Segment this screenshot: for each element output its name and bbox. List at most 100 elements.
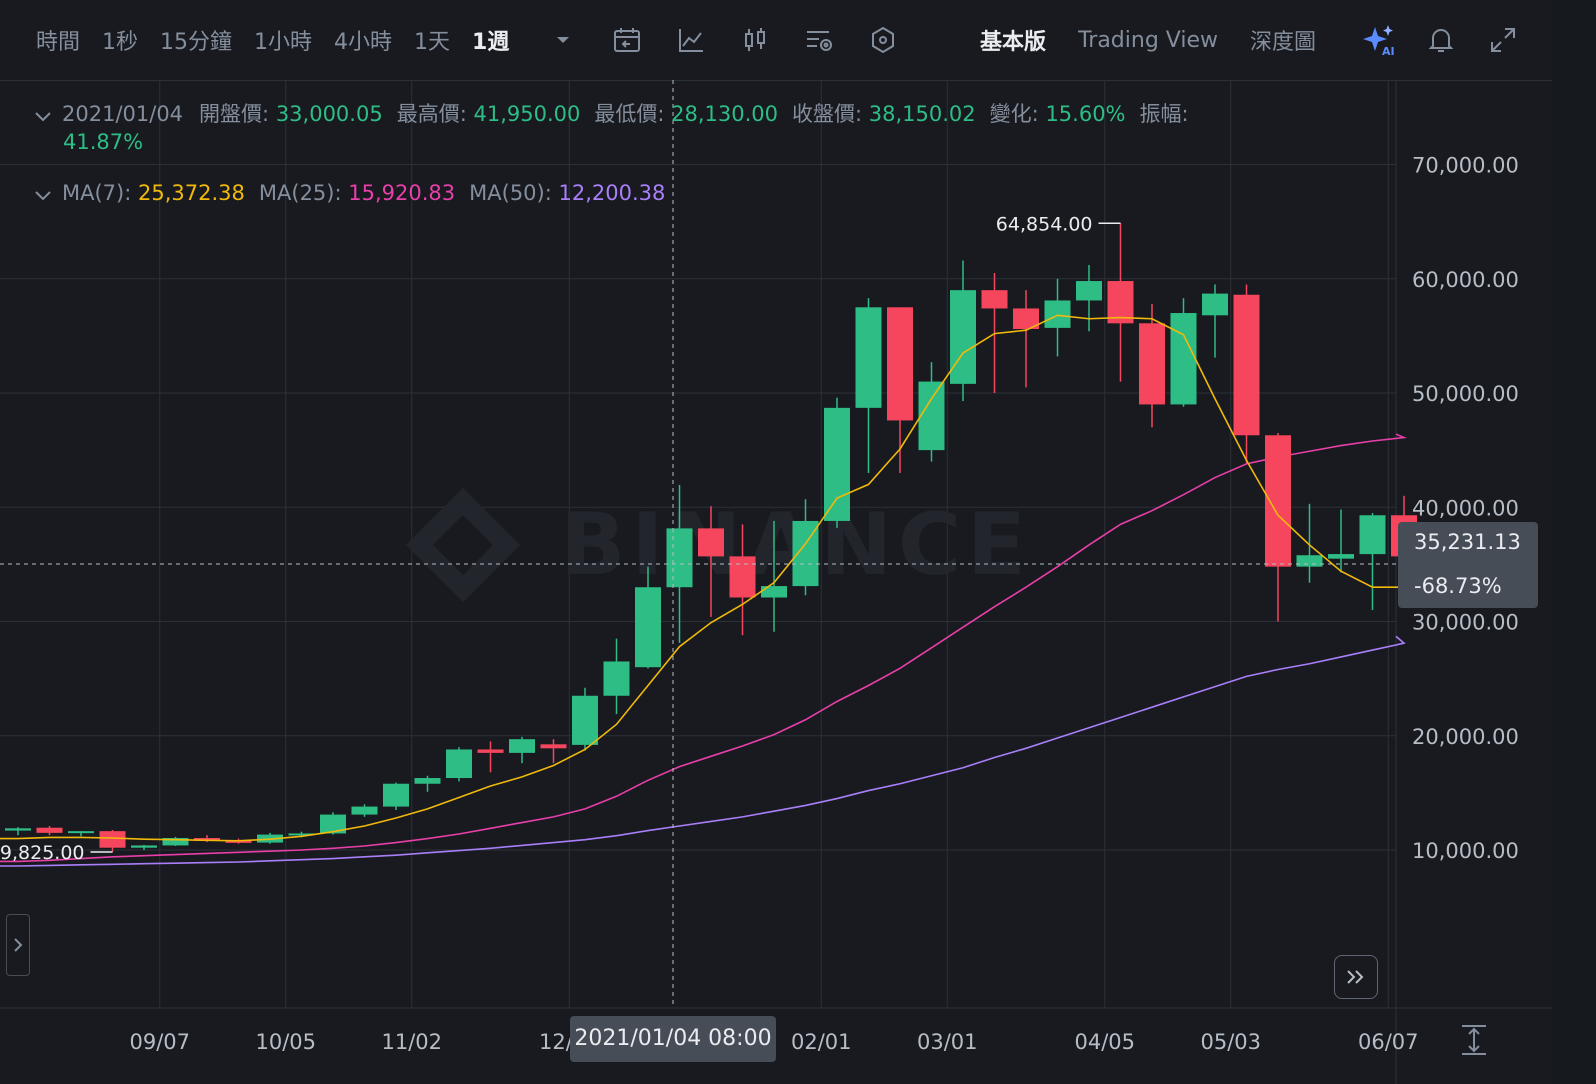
ma25-value: 15,920.83 — [348, 181, 456, 205]
candle-body — [1359, 515, 1386, 555]
change-label: 變化: — [989, 102, 1039, 126]
time-tick-label: 09/07 — [129, 1030, 190, 1054]
ma50-label: MA(50): — [469, 181, 552, 205]
candle-body — [446, 749, 472, 779]
time-tick-label: 03/01 — [917, 1030, 978, 1054]
change-value: 15.60% — [1045, 102, 1126, 126]
candles — [5, 223, 1417, 852]
time-tick-label: 10/05 — [255, 1030, 316, 1054]
time-tick-label: 04/05 — [1074, 1030, 1135, 1054]
candle-body — [855, 307, 882, 408]
amplitude-value: 41.87% — [63, 130, 144, 154]
candle-body — [477, 749, 504, 753]
candle — [1202, 284, 1228, 358]
time-tick-label: 06/07 — [1358, 1030, 1419, 1054]
candle-body — [36, 827, 63, 833]
candle — [36, 826, 63, 836]
collapse-chevron-icon[interactable] — [34, 182, 56, 206]
low-label: 最低價: — [594, 102, 665, 126]
candle — [162, 836, 189, 847]
time-tick-label: 02/01 — [791, 1030, 852, 1054]
close-label: 收盤價: — [792, 102, 863, 126]
candle-body — [824, 407, 850, 521]
high-value: 41,950.00 — [473, 102, 581, 126]
crosshair-price: 35,231.13 — [1414, 530, 1521, 554]
max-price-label: 64,854.00 — [996, 213, 1093, 235]
candle-body — [981, 290, 1008, 309]
auto-scale-icon — [1462, 1025, 1486, 1055]
high-label: 最高價: — [396, 102, 467, 126]
scroll-to-latest-button[interactable] — [1334, 955, 1378, 999]
ma7-label: MA(7): — [62, 181, 132, 205]
candle-body — [1139, 323, 1165, 405]
expand-panel-button[interactable] — [6, 914, 30, 976]
candle — [1013, 290, 1039, 388]
candle — [1107, 223, 1134, 382]
candle-body — [540, 744, 567, 749]
candle-body — [729, 556, 756, 598]
candle-body — [1233, 294, 1260, 436]
candle — [540, 739, 567, 764]
candle — [446, 747, 472, 782]
window-edge — [1552, 0, 1596, 1084]
candle — [68, 831, 94, 837]
ma7-value: 25,372.38 — [138, 181, 245, 205]
candle — [131, 844, 157, 850]
candle-body — [68, 831, 94, 834]
candle-body — [351, 806, 378, 815]
open-label: 開盤價: — [199, 102, 270, 126]
candle — [383, 782, 409, 811]
low-value: 28,130.00 — [671, 102, 779, 126]
ma-legend: MA(7): 25,372.38 MA(25): 15,920.83 MA(50):… — [34, 181, 665, 206]
price-tick-label: 60,000.00 — [1412, 268, 1519, 292]
price-tick-label: 30,000.00 — [1412, 611, 1519, 635]
candle-body — [887, 307, 913, 421]
candle — [1265, 432, 1291, 622]
price-chart[interactable]: BINANCE 10,000.0020,000.0030,000.0040,00… — [0, 0, 1552, 1084]
candle — [1044, 278, 1071, 357]
candle-body — [383, 783, 409, 807]
candle — [950, 260, 976, 401]
candle — [824, 397, 850, 528]
candle — [477, 741, 504, 773]
ohlc-date: 2021/01/04 — [62, 102, 184, 126]
open-value: 33,000.05 — [275, 102, 383, 126]
ma50-line — [0, 635, 1406, 867]
candle-body — [603, 661, 630, 696]
candle-body — [99, 831, 126, 848]
min-price-label: 9,825.00 — [0, 842, 85, 864]
candle-body — [5, 828, 31, 831]
candle — [855, 298, 882, 473]
candle-body — [1170, 313, 1197, 405]
candle — [603, 638, 630, 715]
time-tick-label: 11/02 — [381, 1030, 442, 1054]
candle — [1296, 503, 1323, 583]
candle-body — [1076, 281, 1102, 301]
ma25-label: MA(25): — [258, 181, 342, 205]
price-tick-label: 40,000.00 — [1412, 496, 1519, 520]
amplitude-label: 振幅: — [1139, 102, 1189, 126]
collapse-chevron-icon[interactable] — [34, 103, 56, 127]
auto-scale-button[interactable] — [1454, 1020, 1494, 1060]
crosshair-time-label: 2021/01/04 08:00 — [570, 1016, 776, 1062]
candle — [509, 736, 535, 764]
candle-body — [918, 381, 945, 451]
candle — [1139, 303, 1165, 428]
price-axis: 10,000.00 20,000.00 30,000.00 40,000.00 50,0… — [1412, 154, 1519, 864]
candle-body — [1044, 300, 1071, 328]
price-tick-label: 70,000.00 — [1412, 154, 1519, 178]
chart-app: 時間 1秒 15分鐘 1小時 4小時 1天 1週 基本版 Trading Vie… — [0, 0, 1553, 1084]
crosshair-change: -68.73% — [1414, 574, 1502, 598]
candle-body — [635, 587, 661, 668]
price-tick-label: 10,000.00 — [1412, 839, 1519, 863]
double-chevron-right-icon — [1347, 970, 1364, 984]
candle-body — [1202, 293, 1228, 316]
chevron-right-icon — [14, 938, 23, 952]
candle — [5, 827, 31, 836]
ma50-path — [0, 635, 1406, 867]
candle — [1359, 512, 1386, 611]
candle — [414, 775, 441, 792]
candle-body — [1296, 555, 1323, 567]
candle — [1233, 284, 1260, 463]
candle-body — [698, 528, 724, 557]
